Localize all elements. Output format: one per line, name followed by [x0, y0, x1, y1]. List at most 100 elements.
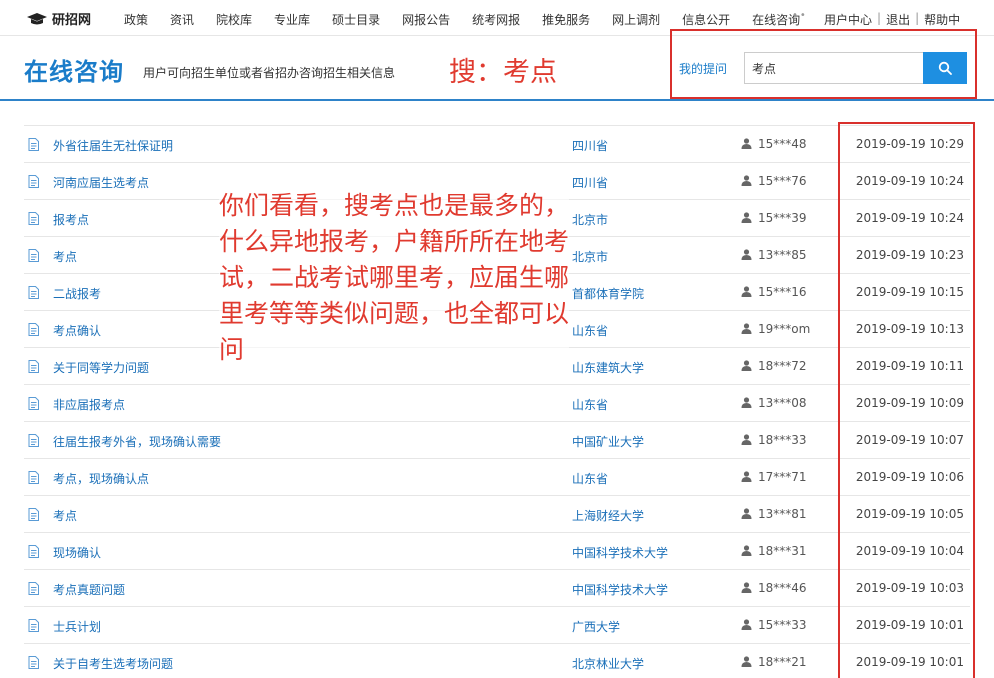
search-button[interactable] [923, 52, 967, 84]
question-link[interactable]: 往届生报考外省，现场确认需要 [53, 433, 221, 450]
document-icon [28, 138, 39, 151]
user-icon [741, 582, 752, 593]
list-item[interactable]: 考点，现场确认点 山东省 17***71 2019-09-19 10:06 [24, 459, 970, 496]
list-item[interactable]: 非应届报考点 山东省 13***08 2019-09-19 10:09 [24, 385, 970, 422]
user-id: 15***48 [758, 137, 807, 151]
page-header: 在线咨询 用户可向招生单位或者省招办咨询招生相关信息 搜：考点 我的提问 [0, 29, 994, 101]
user-icon [741, 323, 752, 334]
document-icon [28, 471, 39, 484]
school-link[interactable]: 上海财经大学 [572, 507, 644, 524]
user-id: 13***08 [758, 396, 807, 410]
school-link[interactable]: 山东省 [572, 396, 608, 413]
school-link[interactable]: 四川省 [572, 137, 608, 154]
question-link[interactable]: 考点 [53, 507, 77, 524]
question-link[interactable]: 关于自考生选考场问题 [53, 655, 173, 672]
nav-item-schools[interactable]: 院校库 [216, 11, 252, 28]
nav-item-recommendation[interactable]: 推免服务 [542, 11, 590, 28]
question-link[interactable]: 考点，现场确认点 [53, 470, 149, 487]
list-item[interactable]: 考点真题问题 中国科学技术大学 18***46 2019-09-19 10:03 [24, 570, 970, 607]
school-link[interactable]: 中国科学技术大学 [572, 544, 668, 561]
question-link[interactable]: 考点真题问题 [53, 581, 125, 598]
document-icon [28, 323, 39, 336]
school-link[interactable]: 北京市 [572, 248, 608, 265]
document-icon [28, 656, 39, 669]
question-link[interactable]: 二战报考 [53, 285, 101, 302]
page-title: 在线咨询 [24, 58, 124, 86]
user-id: 19***om [758, 322, 811, 336]
school-link[interactable]: 山东省 [572, 470, 608, 487]
document-icon [28, 508, 39, 521]
user-icon [741, 138, 752, 149]
question-link[interactable]: 非应届报考点 [53, 396, 125, 413]
nav-item-policy[interactable]: 政策 [124, 11, 148, 28]
logout-link[interactable]: 退出 [886, 11, 910, 28]
user-id: 18***21 [758, 655, 807, 669]
user-id: 15***16 [758, 285, 807, 299]
document-icon [28, 360, 39, 373]
user-id: 18***33 [758, 433, 807, 447]
separator: | [877, 11, 882, 25]
question-link[interactable]: 士兵计划 [53, 618, 101, 635]
user-id: 13***81 [758, 507, 807, 521]
question-link[interactable]: 现场确认 [53, 544, 101, 561]
user-icon [741, 434, 752, 445]
school-link[interactable]: 北京林业大学 [572, 655, 644, 672]
nav-item-majors[interactable]: 专业库 [274, 11, 310, 28]
user-links: 用户中心 | 退出 | 帮助中 [824, 11, 960, 28]
user-icon [741, 360, 752, 371]
school-link[interactable]: 山东建筑大学 [572, 359, 644, 376]
user-icon [741, 286, 752, 297]
user-icon [741, 545, 752, 556]
school-link[interactable]: 四川省 [572, 174, 608, 191]
more-dots[interactable]: •• [792, 10, 808, 21]
search-input[interactable] [744, 52, 924, 84]
question-link[interactable]: 河南应届生选考点 [53, 174, 149, 191]
user-center-link[interactable]: 用户中心 [824, 11, 872, 28]
question-link[interactable]: 考点 [53, 248, 77, 265]
user-icon [741, 508, 752, 519]
search-icon [938, 61, 952, 75]
list-item[interactable]: 往届生报考外省，现场确认需要 中国矿业大学 18***33 2019-09-19 10… [24, 422, 970, 459]
main-menu: 政策 资讯 院校库 专业库 硕士目录 网报公告 统考网报 推免服务 网上调剂 信… [124, 11, 822, 28]
school-link[interactable]: 北京市 [572, 211, 608, 228]
user-id: 15***39 [758, 211, 807, 225]
list-item[interactable]: 现场确认 中国科学技术大学 18***31 2019-09-19 10:04 [24, 533, 970, 570]
question-link[interactable]: 考点确认 [53, 322, 101, 339]
question-link[interactable]: 报考点 [53, 211, 89, 228]
document-icon [28, 582, 39, 595]
question-link[interactable]: 外省往届生无社保证明 [53, 137, 173, 154]
user-icon [741, 212, 752, 223]
list-item[interactable]: 士兵计划 广西大学 15***33 2019-09-19 10:01 [24, 607, 970, 644]
user-icon [741, 471, 752, 482]
document-icon [28, 212, 39, 225]
nav-item-adjustment[interactable]: 网上调剂 [612, 11, 660, 28]
nav-item-master-catalog[interactable]: 硕士目录 [332, 11, 380, 28]
school-link[interactable]: 山东省 [572, 322, 608, 339]
school-link[interactable]: 广西大学 [572, 618, 620, 635]
list-item[interactable]: 外省往届生无社保证明 四川省 15***48 2019-09-19 10:29 [24, 126, 970, 163]
my-questions-link[interactable]: 我的提问 [679, 60, 727, 77]
nav-item-info-disclosure[interactable]: 信息公开 [682, 11, 730, 28]
user-id: 18***46 [758, 581, 807, 595]
help-link[interactable]: 帮助中 [924, 11, 960, 28]
school-link[interactable]: 首都体育学院 [572, 285, 644, 302]
separator: | [915, 11, 920, 25]
logo-text: 研招网 [52, 13, 92, 28]
nav-item-unified-registration[interactable]: 统考网报 [472, 11, 520, 28]
user-icon [741, 656, 752, 667]
search-annotation: 搜：考点 [449, 57, 557, 88]
school-link[interactable]: 中国矿业大学 [572, 433, 644, 450]
school-link[interactable]: 中国科学技术大学 [572, 581, 668, 598]
list-item[interactable]: 考点 上海财经大学 13***81 2019-09-19 10:05 [24, 496, 970, 533]
site-logo[interactable]: 研招网 [26, 9, 91, 28]
list-item[interactable]: 关于自考生选考场问题 北京林业大学 18***21 2019-09-19 10:01 [24, 644, 970, 678]
nav-item-registration-notice[interactable]: 网报公告 [402, 11, 450, 28]
user-id: 15***33 [758, 618, 807, 632]
user-id: 13***85 [758, 248, 807, 262]
question-link[interactable]: 关于同等学力问题 [53, 359, 149, 376]
user-id: 17***71 [758, 470, 807, 484]
document-icon [28, 175, 39, 188]
user-icon [741, 175, 752, 186]
document-icon [28, 619, 39, 632]
nav-item-news[interactable]: 资讯 [170, 11, 194, 28]
